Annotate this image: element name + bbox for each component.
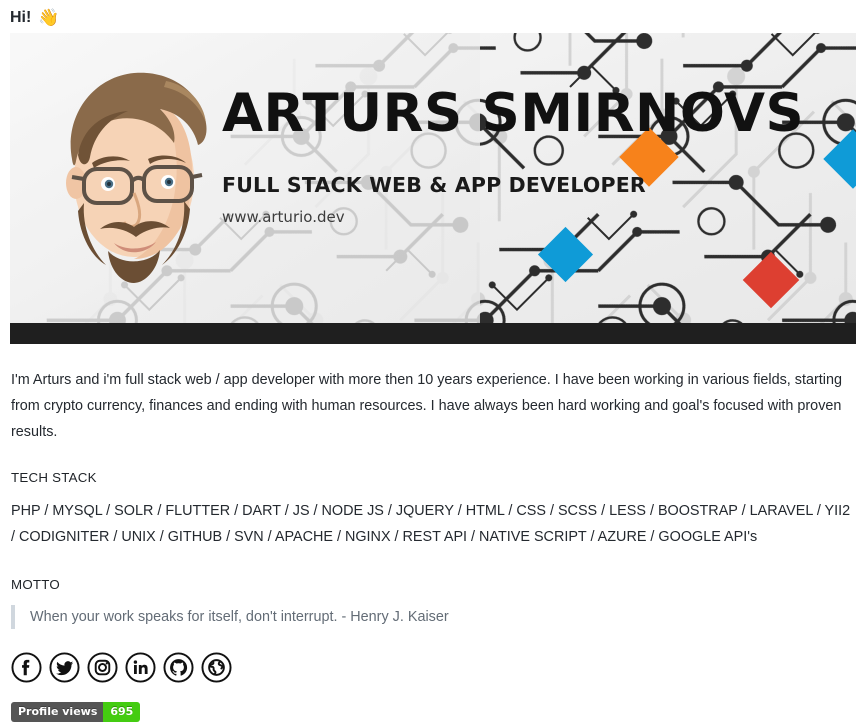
profile-views-label: Profile views [11, 702, 104, 722]
profile-banner: ARTURS SMIRNOVS FULL STACK WEB & APP DEV… [10, 33, 856, 344]
profile-views-badge-row: Profile views 695 [0, 683, 865, 722]
profile-views-count: 695 [103, 702, 141, 722]
page-title: Hi! 👋 [0, 0, 865, 28]
motto-quote: When your work speaks for itself, don't … [11, 605, 865, 629]
banner-name: ARTURS SMIRNOVS [222, 83, 805, 144]
twitter-icon[interactable] [49, 652, 80, 683]
motto-heading: MOTTO [11, 577, 61, 592]
banner-text-block: ARTURS SMIRNOVS FULL STACK WEB & APP DEV… [222, 83, 822, 227]
banner-website-url: www.arturio.dev [222, 208, 345, 226]
social-links-row [0, 629, 865, 683]
intro-paragraph: I'm Arturs and i'm full stack web / app … [11, 372, 842, 440]
banner-bottom-bar [10, 323, 856, 344]
github-icon[interactable] [163, 652, 194, 683]
waving-hand-emoji: 👋 [38, 7, 60, 28]
instagram-icon[interactable] [87, 652, 118, 683]
profile-readme-page: Hi! 👋 ARTURS SMIRNOVS FULL STACK WEB & A… [0, 0, 865, 722]
motto-quote-wrapper: When your work speaks for itself, don't … [0, 605, 865, 629]
greeting-text: Hi! [10, 9, 32, 26]
avatar-illustration [66, 72, 207, 283]
status-badge: Profile views 695 [11, 702, 141, 722]
readme-content: I'm Arturs and i'm full stack web / app … [0, 344, 865, 722]
website-globe-icon[interactable] [201, 652, 232, 683]
tech-stack-list: PHP / MYSQL / SOLR / FLUTTER / DART / JS… [11, 503, 851, 545]
banner-role: FULL STACK WEB & APP DEVELOPER [222, 173, 646, 197]
facebook-icon[interactable] [11, 652, 42, 683]
linkedin-icon[interactable] [125, 652, 156, 683]
tech-stack-heading: TECH STACK [11, 470, 97, 485]
